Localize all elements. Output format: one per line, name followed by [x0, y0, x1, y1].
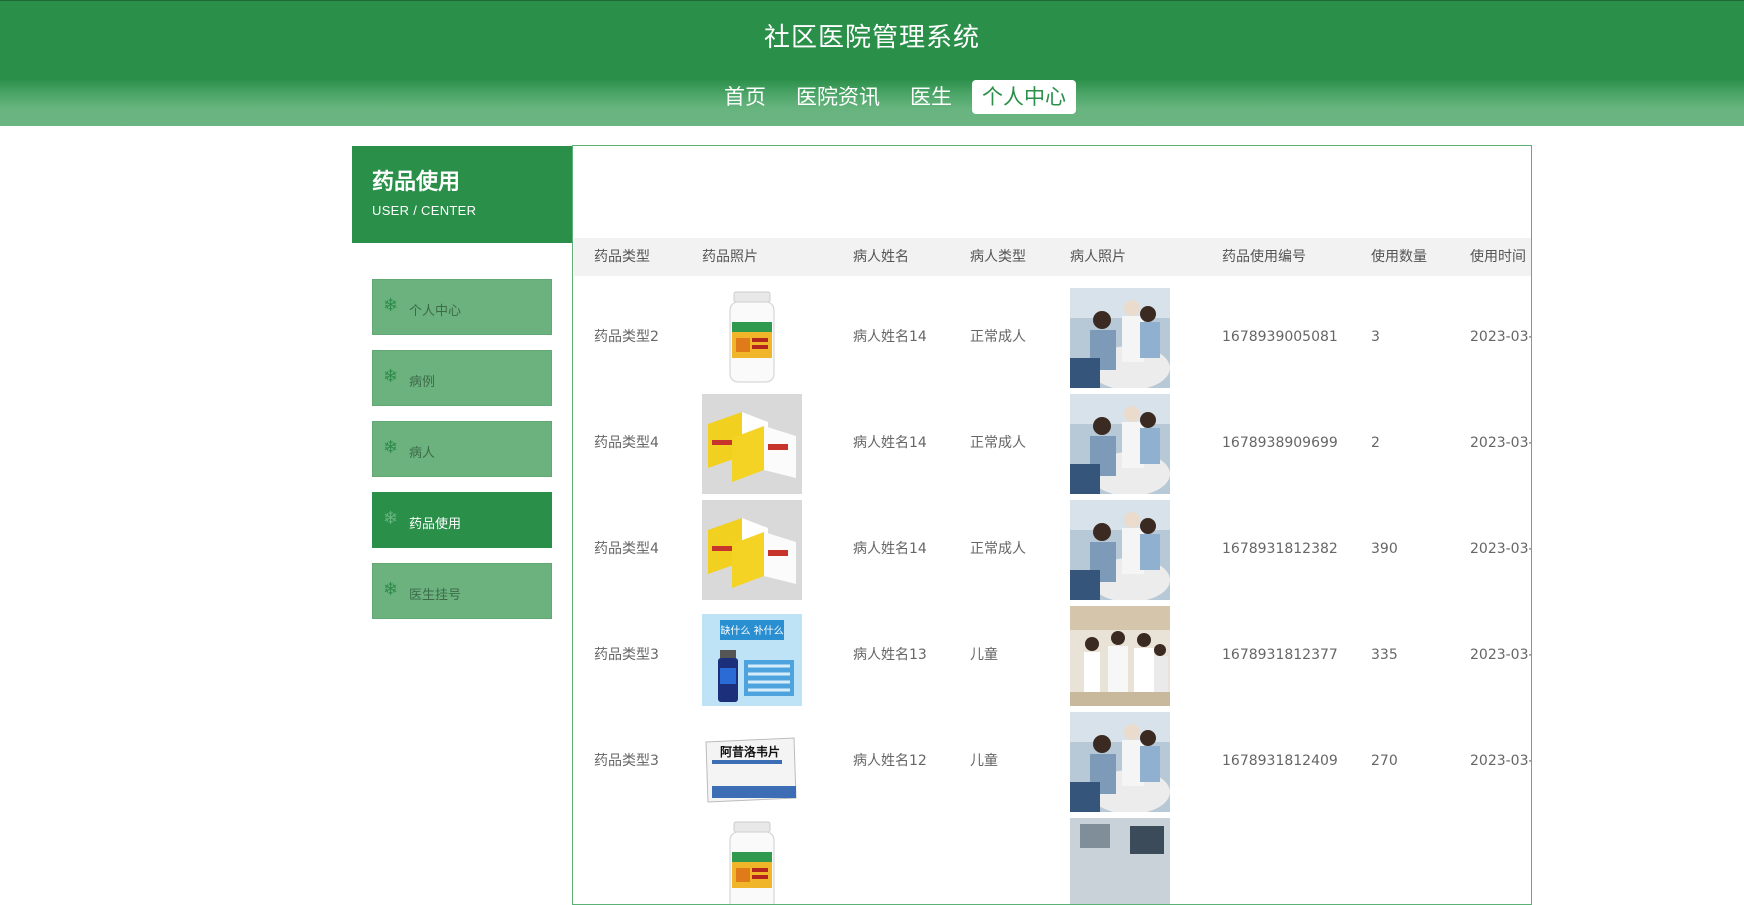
- sidebar-subtitle: USER / CENTER: [372, 203, 477, 218]
- sidebar-item-cases[interactable]: ❄ 病例: [372, 350, 552, 406]
- table-row[interactable]: 药品类型3 病人姓名13 儿童 1678931812377 335 2023-03-1 缺…: [574, 596, 1531, 714]
- column-header: 病人姓名: [853, 249, 909, 265]
- drug-photo[interactable]: 缺什么 补什么: [702, 606, 802, 706]
- patient-type-cell: 正常成人: [970, 435, 1026, 451]
- drug-type-cell: 药品类型4: [594, 435, 659, 451]
- table-row[interactable]: 药品类型2 病人姓名14 正常成人 1678939005081 3 2023-03-1: [574, 278, 1531, 396]
- top-header: 社区医院管理系统 首页 医院资讯 医生 个人中心: [0, 0, 1744, 126]
- patient-photo[interactable]: [1070, 500, 1170, 600]
- drug-photo[interactable]: [702, 818, 802, 904]
- usage-time-cell: 2023-03-1: [1470, 541, 1531, 557]
- drug-type-cell: 药品类型4: [594, 541, 659, 557]
- table-row[interactable]: 药品类型4 病人姓名14 正常成人 1678931812382 390 2023-03-1: [574, 490, 1531, 608]
- patient-name-cell: 病人姓名14: [853, 329, 927, 345]
- usage-number-cell: 1678931812377: [1222, 647, 1338, 663]
- quantity-cell: 2: [1371, 435, 1380, 451]
- snowflake-icon: ❄: [383, 295, 399, 315]
- column-header: 病人照片: [1070, 249, 1126, 265]
- patient-name-cell: 病人姓名13: [853, 647, 927, 663]
- box-title-text: 阿昔洛韦片: [720, 744, 780, 759]
- usage-time-cell: 2023-03-1: [1470, 753, 1531, 769]
- vial-banner-text: 缺什么 补什么: [720, 624, 783, 637]
- table-row[interactable]: 药品类型4 病人姓名14 正常成人 1678938909699 2 2023-03-1: [574, 384, 1531, 502]
- drug-photo[interactable]: [702, 394, 802, 494]
- patient-name-cell: 病人姓名12: [853, 753, 927, 769]
- sidebar-title: 药品使用: [372, 170, 461, 195]
- patient-type-cell: 正常成人: [970, 541, 1026, 557]
- drug-photo[interactable]: 阿昔洛韦片: [702, 712, 802, 812]
- sidebar-header: 药品使用 USER / CENTER: [352, 146, 573, 243]
- nav-hospital-news[interactable]: 医院资讯: [786, 80, 890, 114]
- quantity-cell: 270: [1371, 753, 1398, 769]
- usage-number-cell: 1678938909699: [1222, 435, 1338, 451]
- sidebar-item-label: 病例: [409, 375, 436, 390]
- sidebar-item-label: 个人中心: [409, 304, 462, 319]
- quantity-cell: 3: [1371, 329, 1380, 345]
- column-header: 药品使用编号: [1222, 249, 1306, 265]
- table-header: 药品类型 药品照片 病人姓名 病人类型 病人照片 药品使用编号 使用数量 使用时…: [574, 238, 1531, 276]
- sidebar-item-patients[interactable]: ❄ 病人: [372, 421, 552, 477]
- main-content: 药品类型 药品照片 病人姓名 病人类型 病人照片 药品使用编号 使用数量 使用时…: [572, 145, 1532, 905]
- usage-time-cell: 2023-03-1: [1470, 647, 1531, 663]
- column-header: 病人类型: [970, 249, 1026, 265]
- column-header: 药品照片: [702, 249, 758, 265]
- quantity-cell: 390: [1371, 541, 1398, 557]
- usage-time-cell: 2023-03-1: [1470, 435, 1531, 451]
- usage-time-cell: 2023-03-1: [1470, 329, 1531, 345]
- drug-type-cell: 药品类型3: [594, 753, 659, 769]
- sidebar-item-label: 病人: [409, 446, 436, 461]
- drug-type-cell: 药品类型2: [594, 329, 659, 345]
- snowflake-icon: ❄: [383, 508, 399, 528]
- sidebar-menu: ❄ 个人中心 ❄ 病例 ❄ 病人 ❄ 药品使用 ❄ 医生挂号: [372, 279, 552, 634]
- column-header: 药品类型: [594, 249, 650, 265]
- patient-photo[interactable]: [1070, 818, 1170, 904]
- drug-photo[interactable]: [702, 500, 802, 600]
- patient-photo[interactable]: [1070, 712, 1170, 812]
- usage-number-cell: 1678931812409: [1222, 753, 1338, 769]
- column-header: 使用时间: [1470, 249, 1526, 265]
- usage-number-cell: 1678939005081: [1222, 329, 1338, 345]
- table-row[interactable]: [574, 808, 1531, 904]
- snowflake-icon: ❄: [383, 437, 399, 457]
- nav-doctors[interactable]: 医生: [900, 80, 962, 114]
- sidebar-item-personal-center[interactable]: ❄ 个人中心: [372, 279, 552, 335]
- quantity-cell: 335: [1371, 647, 1398, 663]
- drug-type-cell: 药品类型3: [594, 647, 659, 663]
- patient-type-cell: 儿童: [970, 753, 998, 769]
- nav-home[interactable]: 首页: [714, 80, 776, 114]
- sidebar-item-doctor-registration[interactable]: ❄ 医生挂号: [372, 563, 552, 619]
- snowflake-icon: ❄: [383, 366, 399, 386]
- usage-number-cell: 1678931812382: [1222, 541, 1338, 557]
- sidebar-item-label: 药品使用: [409, 517, 462, 532]
- patient-photo[interactable]: [1070, 394, 1170, 494]
- drug-photo[interactable]: [702, 288, 802, 388]
- patient-name-cell: 病人姓名14: [853, 541, 927, 557]
- sidebar-item-drug-usage[interactable]: ❄ 药品使用: [372, 492, 552, 548]
- main-nav: 首页 医院资讯 医生 个人中心: [0, 80, 1744, 114]
- column-header: 使用数量: [1371, 249, 1427, 265]
- table-row[interactable]: 药品类型3 病人姓名12 儿童 1678931812409 270 2023-03-1 阿…: [574, 702, 1531, 820]
- sidebar-item-label: 医生挂号: [409, 588, 462, 603]
- site-title: 社区医院管理系统: [763, 23, 980, 53]
- patient-photo[interactable]: [1070, 288, 1170, 388]
- patient-photo[interactable]: [1070, 606, 1170, 706]
- patient-name-cell: 病人姓名14: [853, 435, 927, 451]
- nav-personal-center[interactable]: 个人中心: [972, 80, 1076, 114]
- snowflake-icon: ❄: [383, 579, 399, 599]
- patient-type-cell: 正常成人: [970, 329, 1026, 345]
- patient-type-cell: 儿童: [970, 647, 998, 663]
